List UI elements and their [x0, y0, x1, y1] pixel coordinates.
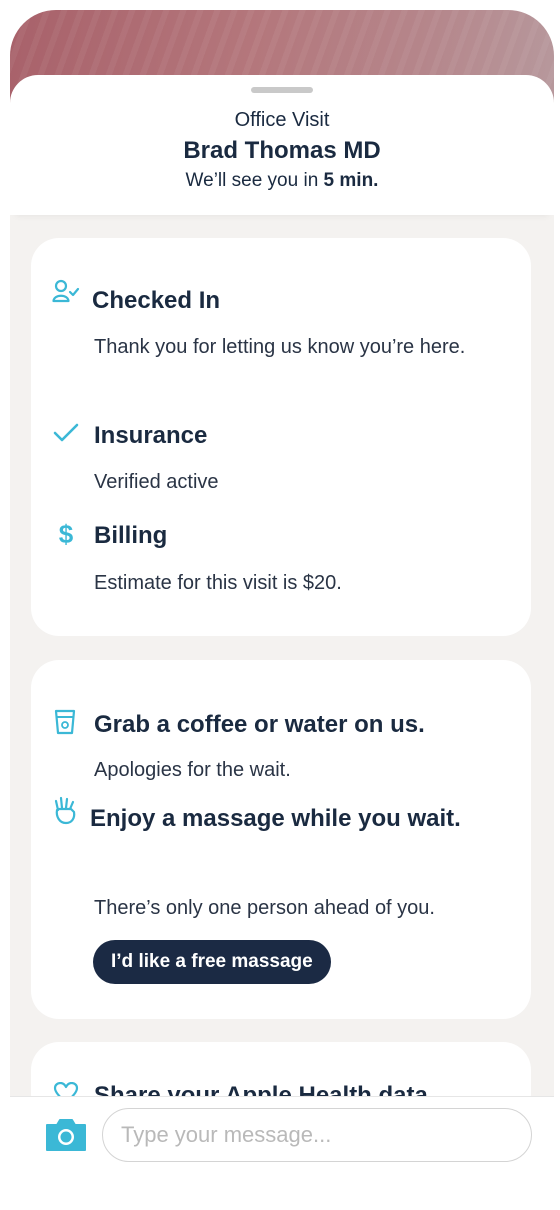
status-card: Checked In Thank you for letting us know…	[31, 238, 531, 636]
sheet-grabber[interactable]	[251, 87, 313, 93]
visit-type-label: Office Visit	[234, 109, 330, 131]
doctor-name: Brad Thomas MD	[183, 137, 381, 164]
checkmark-icon	[53, 423, 79, 442]
checked-in-text: Thank you for letting us know you’re her…	[94, 336, 466, 358]
hand-icon	[54, 796, 76, 825]
app-screen: Office Visit Brad Thomas MD We’ll see yo…	[10, 10, 554, 1200]
wait-time-value: 5 min.	[323, 170, 379, 191]
insurance-text: Verified active	[94, 471, 219, 493]
wait-prefix: We’ll see you in	[185, 170, 324, 191]
billing-text: Estimate for this visit is $20.	[94, 572, 342, 594]
cup-icon	[54, 709, 76, 735]
massage-title: Enjoy a massage while you wait.	[90, 805, 461, 832]
insurance-title: Insurance	[94, 422, 208, 449]
camera-icon[interactable]	[44, 1117, 88, 1153]
checked-in-title: Checked In	[92, 287, 221, 314]
massage-text: There’s only one person ahead of you.	[94, 897, 435, 919]
coffee-title: Grab a coffee or water on us.	[94, 711, 425, 738]
amenities-card: Grab a coffee or water on us. Apologies …	[31, 660, 531, 1019]
message-composer	[10, 1096, 554, 1200]
free-massage-button[interactable]: I’d like a free massage	[93, 940, 331, 984]
svg-text:$: $	[59, 519, 74, 549]
billing-title: Billing	[94, 522, 168, 549]
wait-time-text: We’ll see you in 5 min.	[10, 170, 554, 192]
message-input[interactable]	[102, 1108, 532, 1162]
person-check-icon	[52, 279, 80, 303]
coffee-text: Apologies for the wait.	[94, 759, 291, 781]
dollar-icon: $	[59, 519, 74, 549]
visit-header: Office Visit Brad Thomas MD We’ll see yo…	[10, 75, 554, 215]
